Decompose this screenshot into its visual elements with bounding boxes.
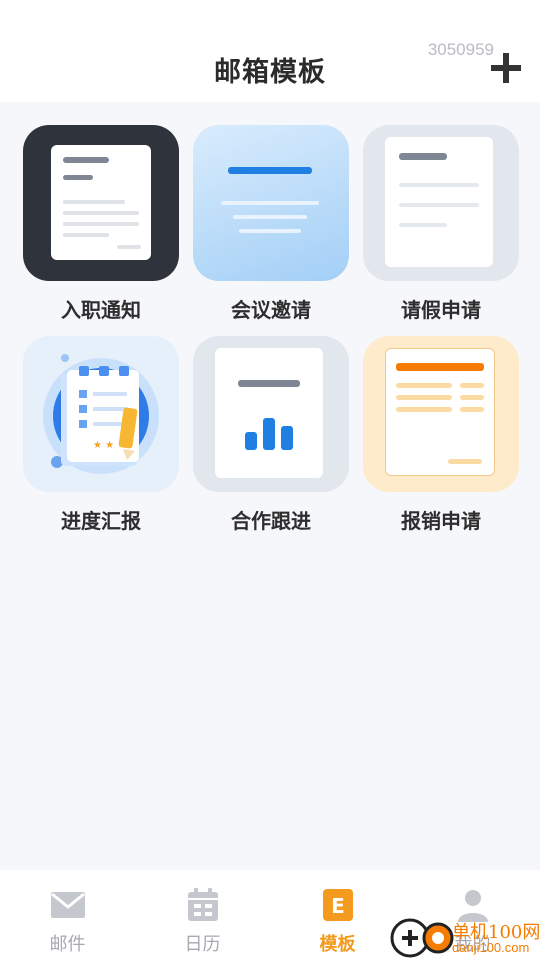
template-label-meeting: 会议邀请 — [231, 300, 311, 322]
template-card-reimburse[interactable] — [363, 336, 519, 492]
template-card-cooperation[interactable] — [193, 336, 349, 492]
leave-doc-icon — [385, 137, 493, 267]
watermark-url: danji100.com — [452, 940, 530, 955]
chart-doc-icon — [215, 348, 323, 478]
template-card-leave[interactable] — [363, 125, 519, 281]
template-icon: E — [322, 889, 353, 921]
watermark-logo: 单机100网 danji100.com — [388, 916, 540, 960]
tab-mail[interactable]: 邮件 — [0, 870, 135, 960]
svg-text:E: E — [331, 894, 345, 918]
tab-template-label: 模板 — [319, 934, 356, 954]
template-label-onboarding: 入职通知 — [61, 300, 141, 322]
reimburse-doc-icon — [385, 348, 495, 476]
tab-template[interactable]: E 模板 — [270, 870, 405, 960]
tab-mail-label: 邮件 — [49, 934, 86, 954]
watermark-code: 3050959 — [427, 40, 494, 59]
document-icon — [51, 145, 151, 260]
template-label-cooperation: 合作跟进 — [231, 511, 311, 533]
add-template-button[interactable] — [488, 50, 524, 86]
template-card-meeting[interactable] — [193, 125, 349, 281]
template-card-progress[interactable]: ★ ★ — [23, 336, 179, 492]
watermark-plus-icon — [390, 918, 454, 958]
template-label-reimburse: 报销申请 — [401, 511, 481, 533]
tab-calendar-label: 日历 — [184, 934, 221, 954]
calendar-icon — [187, 888, 218, 921]
template-label-progress: 进度汇报 — [61, 511, 141, 533]
tab-calendar[interactable]: 日历 — [135, 870, 270, 960]
header: 邮箱模板 3050959 — [0, 0, 540, 102]
progress-report-icon: ★ ★ — [43, 354, 159, 474]
svg-text:★ ★: ★ ★ — [93, 440, 114, 451]
template-label-leave: 请假申请 — [401, 300, 481, 322]
mail-icon — [50, 892, 85, 918]
template-card-onboarding[interactable] — [23, 125, 179, 281]
